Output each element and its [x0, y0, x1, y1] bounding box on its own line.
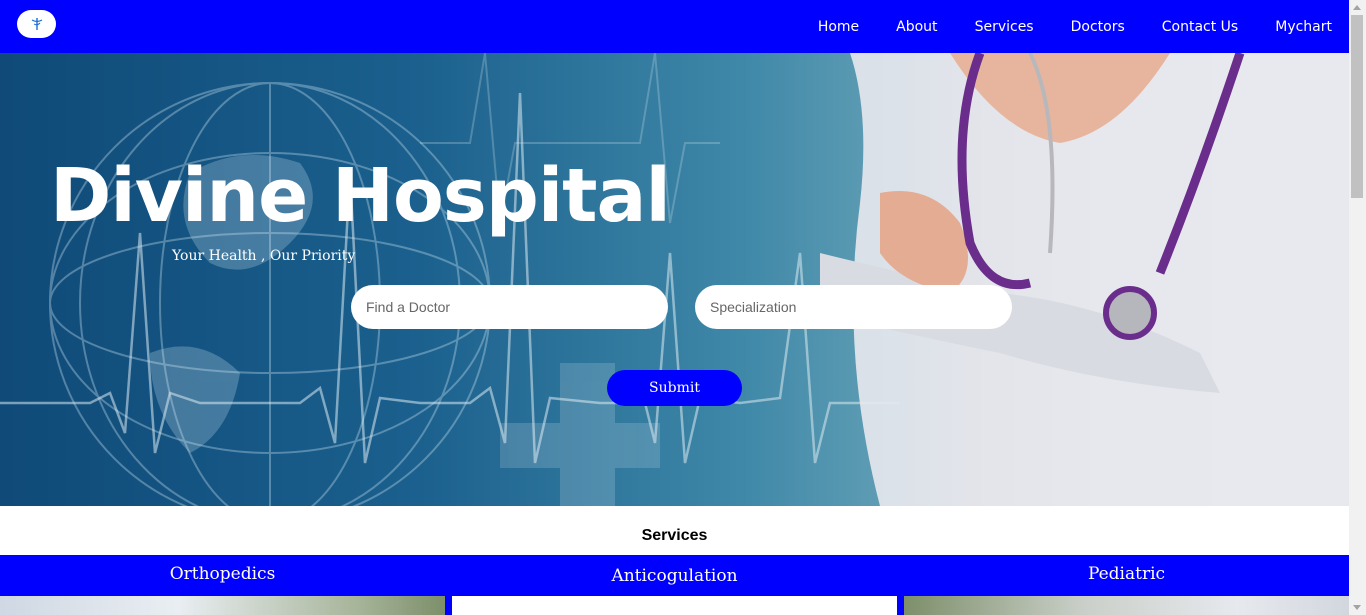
nav-home-link[interactable]: Home: [818, 19, 859, 35]
caduceus-icon: [31, 18, 42, 30]
nav-menu: Home About Services Doctors Contact Us M…: [781, 0, 1332, 53]
nav-about-link[interactable]: About: [896, 19, 937, 35]
service-card-image: [904, 596, 1349, 615]
scroll-up-icon[interactable]: [1353, 5, 1361, 10]
scrollbar-thumb[interactable]: [1351, 15, 1363, 198]
nav-doctors-link[interactable]: Doctors: [1071, 19, 1125, 35]
logo[interactable]: [17, 10, 56, 38]
services-row: Orthopedics Anticogulation Pediatric: [0, 555, 1349, 615]
hero-background-image: [0, 53, 1349, 506]
vertical-scrollbar[interactable]: [1349, 0, 1366, 615]
service-card-label: Orthopedics: [169, 564, 276, 584]
nav-contact-link[interactable]: Contact Us: [1162, 19, 1238, 35]
specialization-input[interactable]: [695, 285, 1012, 329]
service-card-anticogulation[interactable]: Anticogulation: [452, 555, 897, 615]
hero-title: Divine Hospital: [50, 153, 671, 239]
top-navbar: Home About Services Doctors Contact Us M…: [0, 0, 1349, 53]
submit-button[interactable]: Submit: [607, 370, 742, 406]
nav-services-link[interactable]: Services: [975, 19, 1034, 35]
services-heading: Services: [641, 527, 708, 544]
find-doctor-input[interactable]: [351, 285, 668, 329]
nav-mychart-link[interactable]: Mychart: [1275, 19, 1332, 35]
hero-banner: Divine Hospital Your Health , Our Priori…: [0, 53, 1349, 506]
hero-tagline: Your Health , Our Priority: [172, 248, 356, 264]
service-card-label: Anticogulation: [611, 566, 738, 586]
service-card-pediatric[interactable]: Pediatric: [904, 555, 1349, 615]
service-card-label: Pediatric: [1087, 564, 1166, 584]
service-card-image: [452, 596, 897, 615]
service-card-image: [0, 596, 445, 615]
scroll-down-icon[interactable]: [1353, 605, 1361, 610]
service-card-orthopedics[interactable]: Orthopedics: [0, 555, 445, 615]
